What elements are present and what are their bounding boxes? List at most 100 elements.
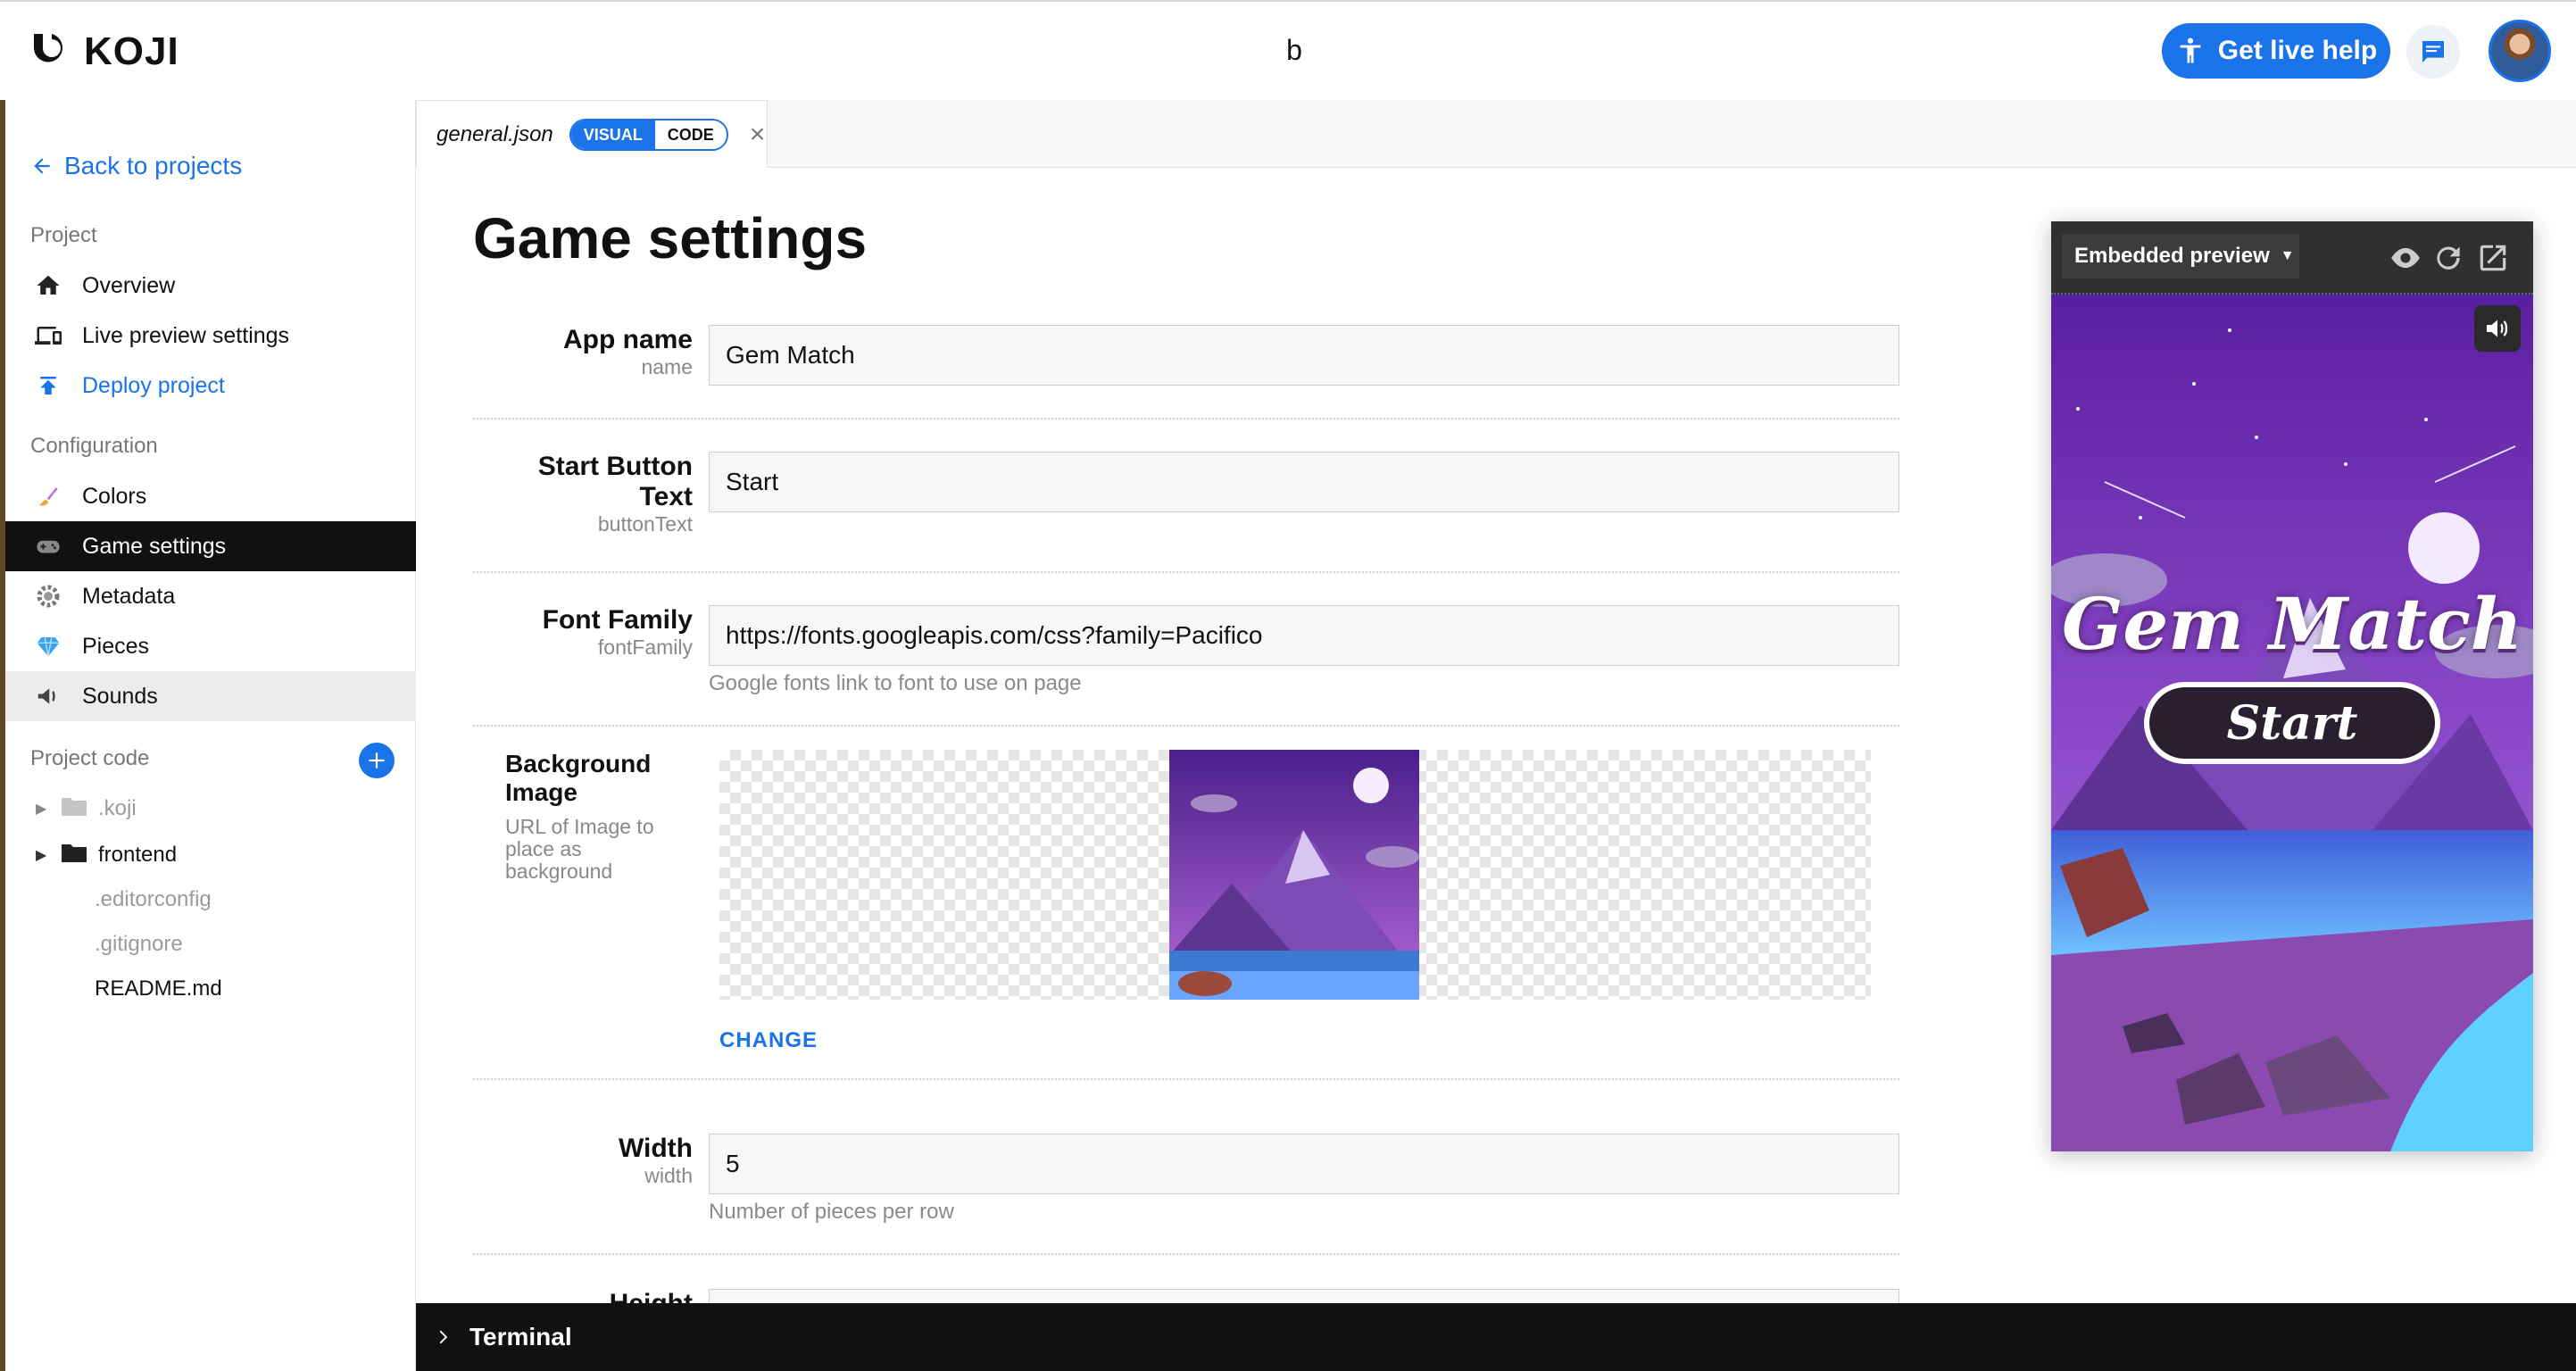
font-family-label: Font Family [542, 605, 693, 635]
koji-logo[interactable]: KOJI [29, 29, 179, 75]
tree-item-label: README.md [95, 976, 222, 1001]
start-button-text-label: Start Button Text [434, 452, 693, 512]
sidebar-item-live-preview-settings[interactable]: Live preview settings [5, 311, 416, 361]
close-icon[interactable]: × [750, 120, 766, 150]
settings-editor: Game settings App name name Gem Match St… [416, 168, 2023, 1303]
terminal-bar[interactable]: Terminal [416, 1303, 2576, 1371]
tab-file-name: general.json [436, 122, 553, 146]
sidebar-item-label: Pieces [82, 633, 150, 659]
start-button-text-input[interactable]: Start [709, 452, 1899, 512]
font-family-input[interactable]: https://fonts.googleapis.com/css?family=… [709, 605, 1899, 666]
code-mode-button[interactable]: CODE [654, 120, 727, 149]
tree-file-readme[interactable]: README.md [95, 971, 222, 1007]
chat-icon [2422, 41, 2444, 62]
visual-mode-button[interactable]: VISUAL [570, 120, 655, 149]
project-title: b [1286, 34, 1302, 66]
sidebar-item-overview[interactable]: Overview [5, 261, 416, 311]
folder-icon [61, 842, 87, 869]
app-name-input[interactable]: Gem Match [709, 325, 1899, 386]
back-label: Back to projects [64, 152, 243, 179]
height-input[interactable] [709, 1289, 1899, 1303]
devices-icon [34, 321, 62, 350]
divider [473, 1253, 1899, 1255]
width-help: Number of pieces per row [709, 1200, 954, 1224]
volume-icon [2487, 320, 2508, 337]
sidebar-item-game-settings[interactable]: Game settings [5, 521, 416, 571]
tree-folder-koji[interactable]: ▶ .koji [36, 791, 137, 827]
palette-icon [34, 482, 62, 511]
divider [473, 1078, 1899, 1080]
chat-button[interactable] [2406, 25, 2460, 79]
tree-file-gitignore[interactable]: .gitignore [95, 926, 183, 962]
width-input[interactable]: 5 [709, 1134, 1899, 1194]
background-image-label: Background Image [505, 750, 652, 806]
embedded-preview-panel: Embedded preview ▼ Gem Match Start [2051, 221, 2533, 1151]
background-image-thumbnail [1169, 750, 1419, 1000]
width-key: width [644, 1164, 693, 1187]
gamepad-icon [34, 532, 62, 561]
user-avatar[interactable] [2489, 20, 2551, 82]
divider [473, 571, 1899, 573]
tree-folder-frontend[interactable]: ▶ frontend [36, 837, 177, 873]
start-button-text-label-text: Start Button Text [537, 452, 693, 511]
sidebar-item-metadata[interactable]: Metadata [5, 571, 416, 621]
top-bar: KOJI b Get live help [0, 0, 2576, 100]
get-live-help-button[interactable]: Get live help [2162, 23, 2390, 79]
gear-icon [34, 582, 62, 611]
preview-mode-select[interactable]: Embedded preview ▼ [2062, 234, 2299, 278]
font-family-help: Google fonts link to font to use on page [709, 671, 1082, 695]
project-code-heading: Project code [30, 746, 150, 770]
sound-toggle-button[interactable] [2474, 305, 2521, 352]
game-title: Gem Match [2062, 582, 2522, 666]
refresh-icon[interactable] [2431, 241, 2465, 275]
accessibility-icon [2180, 37, 2201, 63]
arrow-left-icon [34, 158, 50, 174]
divider [473, 418, 1899, 420]
font-family-key: fontFamily [597, 636, 693, 659]
view-mode-toggle: VISUAL CODE [569, 119, 728, 151]
caret-right-icon: ▶ [36, 802, 47, 817]
sidebar-item-label: Colors [82, 483, 147, 509]
tree-item-label: frontend [98, 843, 178, 867]
sidebar-item-deploy-project[interactable]: Deploy project [5, 361, 416, 411]
sidebar-item-label: Deploy project [82, 372, 225, 398]
home-icon [34, 271, 62, 300]
game-preview-screen[interactable]: Gem Match Start [2051, 295, 2533, 1151]
tab-general-json[interactable]: general.json VISUAL CODE × [416, 100, 768, 169]
window-edge [0, 100, 5, 1371]
start-button-text-key: buttonText [597, 512, 693, 536]
back-to-projects-link[interactable]: Back to projects [30, 152, 242, 180]
open-external-icon[interactable] [2476, 241, 2510, 275]
preview-mode-label: Embedded preview [2074, 244, 2270, 268]
speaker-icon [34, 682, 62, 710]
app-name-label: App name [562, 325, 693, 354]
sidebar-item-label: Sounds [82, 683, 158, 709]
logo-text: KOJI [84, 29, 179, 73]
sidebar: Back to projects Project Overview Live p… [0, 100, 416, 1371]
caret-right-icon: ▶ [36, 848, 47, 863]
eye-icon[interactable] [2389, 241, 2422, 275]
gem-icon [34, 632, 62, 661]
sidebar-item-label: Game settings [82, 533, 227, 559]
folder-icon [61, 795, 87, 823]
get-live-help-label: Get live help [2217, 36, 2378, 65]
app-name-key: name [641, 355, 693, 378]
change-image-button[interactable]: CHANGE [719, 1028, 818, 1053]
sidebar-item-sounds[interactable]: Sounds [5, 671, 416, 721]
preview-toolbar: Embedded preview ▼ [2051, 221, 2533, 295]
editor-tab-strip: general.json VISUAL CODE × [416, 100, 2576, 169]
sidebar-item-pieces[interactable]: Pieces [5, 621, 416, 671]
terminal-label: Terminal [469, 1323, 572, 1350]
chevron-right-icon [439, 1330, 448, 1344]
game-start-button[interactable]: Start [2144, 682, 2440, 764]
plus-icon [369, 752, 385, 769]
background-image-key: URL of Image to place as background [505, 815, 654, 883]
width-label: Width [618, 1134, 693, 1163]
height-label: Height [434, 1289, 693, 1303]
upload-icon [34, 371, 62, 400]
tree-file-editorconfig[interactable]: .editorconfig [95, 882, 212, 918]
add-file-button[interactable] [359, 743, 395, 778]
tree-item-label: .gitignore [95, 932, 183, 956]
sidebar-item-label: Metadata [82, 583, 176, 609]
sidebar-item-colors[interactable]: Colors [5, 471, 416, 521]
